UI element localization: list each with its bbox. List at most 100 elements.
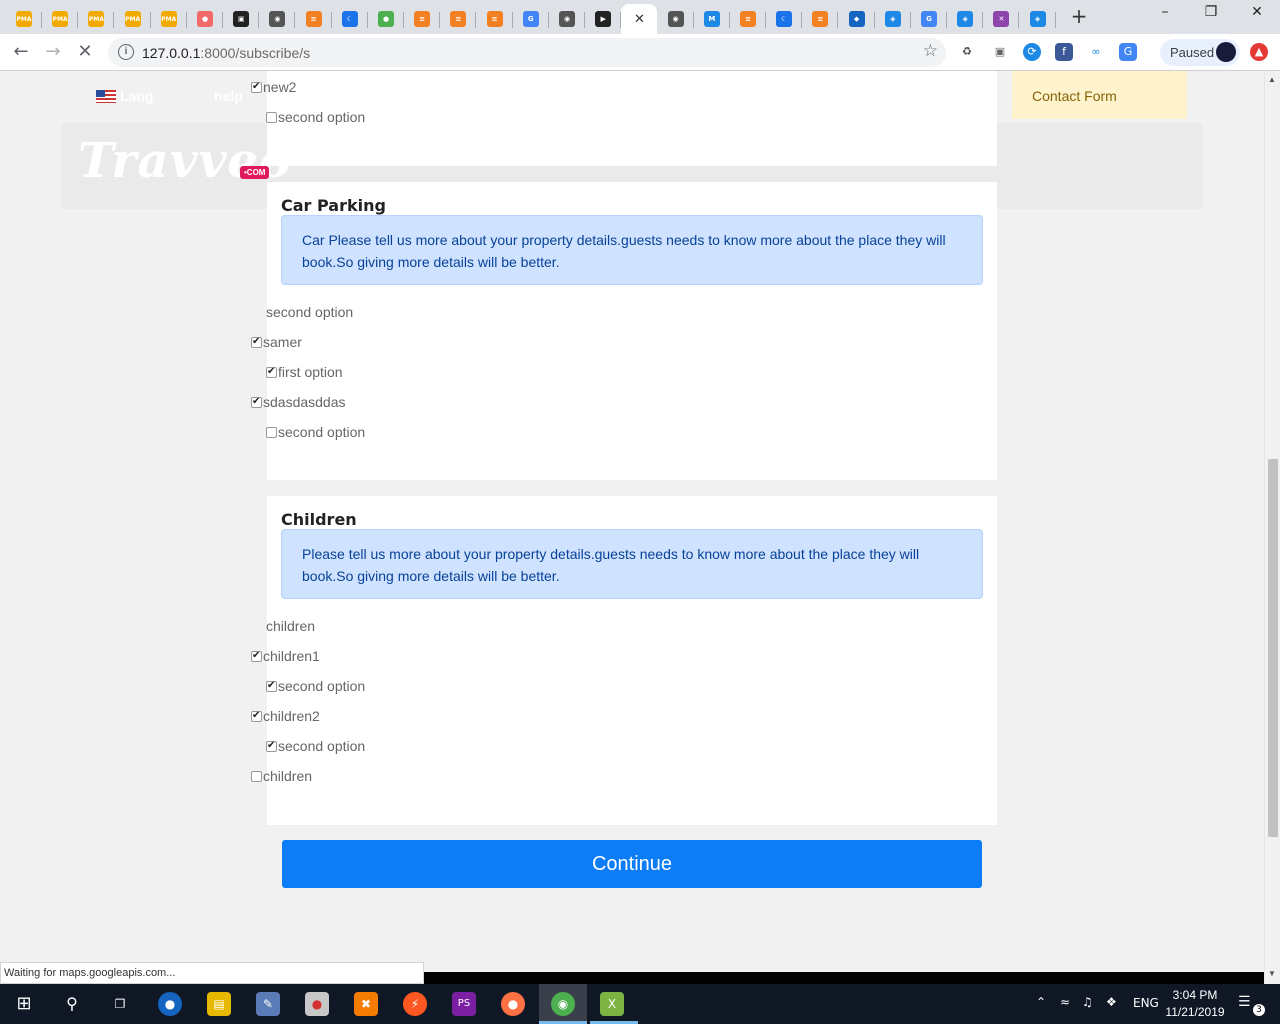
extension-alert-icon[interactable]: ▲ (1250, 43, 1268, 61)
lang-menu[interactable]: Lang (96, 88, 153, 104)
browser-tab[interactable]: ◈ (947, 4, 984, 34)
checkbox[interactable] (251, 81, 262, 93)
firefox-icon[interactable]: ● (501, 992, 525, 1016)
checkbox-option[interactable]: children (251, 768, 312, 784)
checkbox[interactable] (266, 740, 277, 752)
browser-tab[interactable]: ◆ (839, 4, 875, 34)
infinity-icon[interactable]: ∞ (1087, 43, 1105, 61)
checkbox-option[interactable]: second option (266, 678, 365, 694)
continue-button[interactable]: Continue (282, 840, 982, 888)
app-icon[interactable]: ● (305, 992, 329, 1016)
volume-icon[interactable]: ♫ (1082, 995, 1093, 1009)
checkbox[interactable] (266, 426, 277, 438)
google-icon: G (522, 11, 539, 27)
browser-tab[interactable]: ● (368, 4, 404, 34)
recycle-icon[interactable]: ♻ (958, 43, 976, 61)
browser-tab[interactable]: ≡ (730, 4, 766, 34)
stop-loading-icon[interactable]: ✕ (73, 41, 97, 65)
site-info-icon[interactable]: i (118, 44, 134, 60)
xampp-icon[interactable]: ✖ (354, 992, 378, 1016)
translate-icon[interactable]: G (1119, 43, 1137, 61)
checkbox-option[interactable]: second option (266, 738, 365, 754)
browser-tab[interactable]: ◉ (259, 4, 296, 34)
checkbox[interactable] (251, 650, 262, 662)
page-scrollbar[interactable]: ▲ ▼ (1264, 71, 1280, 983)
maps-app-icon[interactable]: ● (158, 992, 182, 1016)
excel-like-icon[interactable]: Χ (600, 992, 624, 1016)
language-indicator[interactable]: ENG (1133, 996, 1159, 1010)
checkbox[interactable] (251, 396, 262, 408)
scroll-down-icon[interactable]: ▼ (1268, 969, 1276, 978)
browser-tab[interactable]: ▣ (223, 4, 260, 34)
camera-icon[interactable]: ▣ (991, 43, 1009, 61)
browser-tab[interactable]: ☾ (766, 4, 803, 34)
task-view-icon[interactable]: ❐ (108, 992, 132, 1016)
checkbox-option[interactable]: children2 (251, 708, 320, 724)
browser-tab[interactable]: ≡ (440, 4, 477, 34)
checkbox-option[interactable]: new2 (251, 79, 296, 95)
checkbox-option[interactable]: second option (266, 109, 365, 125)
checkbox[interactable] (251, 710, 262, 722)
browser-tab[interactable]: ◈ (875, 4, 911, 34)
checkbox[interactable] (266, 680, 277, 692)
browser-tab[interactable]: ◈ (1020, 4, 1056, 34)
dropbox-icon[interactable]: ❖ (1106, 995, 1117, 1009)
restore-button[interactable]: ❐ (1196, 4, 1226, 26)
browser-tab[interactable]: ✕ (621, 4, 658, 34)
browser-tab[interactable]: ◉ (549, 4, 585, 34)
sync-icon[interactable]: ⟳ (1023, 43, 1041, 61)
checkbox[interactable] (251, 770, 262, 782)
site-logo[interactable]: Travveo (78, 133, 292, 189)
browser-tab[interactable]: G (911, 4, 947, 34)
browser-tab[interactable]: ≡ (404, 4, 441, 34)
paint-icon[interactable]: ✎ (256, 992, 280, 1016)
forward-icon[interactable]: → (41, 41, 65, 65)
search-icon[interactable]: ⚲ (60, 992, 84, 1016)
tray-expand-icon[interactable]: ⌃ (1036, 995, 1046, 1009)
close-window-button[interactable]: ✕ (1242, 4, 1272, 26)
browser-tab[interactable]: PMA (6, 4, 42, 34)
browser-tab[interactable]: PMA (151, 4, 187, 34)
checkbox[interactable] (266, 111, 277, 123)
checkbox-option[interactable]: samer (251, 334, 302, 350)
checkbox[interactable] (251, 336, 262, 348)
clock[interactable]: 3:04 PM 11/21/2019 (1160, 987, 1230, 1021)
browser-tab[interactable]: ≡ (296, 4, 332, 34)
chrome-icon[interactable]: ◉ (551, 992, 575, 1016)
browser-tab[interactable]: ▶ (585, 4, 622, 34)
browser-tab[interactable]: ◉ (658, 4, 694, 34)
scroll-up-icon[interactable]: ▲ (1268, 75, 1276, 84)
browser-tab[interactable]: M (694, 4, 730, 34)
checkbox-option[interactable]: second option (266, 424, 365, 440)
close-tab-icon[interactable]: ✕ (631, 11, 647, 27)
wifi-icon[interactable]: ≈ (1060, 995, 1070, 1009)
browser-tab[interactable]: ≡ (477, 4, 513, 34)
windows-start-icon[interactable]: ⊞ (12, 992, 36, 1016)
browser-tab[interactable]: ≡ (802, 4, 839, 34)
facebook-icon[interactable]: f (1055, 43, 1073, 61)
back-icon[interactable]: ← (9, 41, 33, 65)
browser-tab[interactable]: G (513, 4, 549, 34)
checkbox-option[interactable]: children1 (251, 648, 320, 664)
browser-tab[interactable]: ● (187, 4, 223, 34)
new-tab-button[interactable]: + (1068, 6, 1090, 28)
phpstorm-icon[interactable]: PS (452, 992, 476, 1016)
bookmark-star-icon[interactable]: ☆ (923, 41, 938, 61)
minimize-button[interactable]: – (1150, 4, 1180, 26)
browser-tab[interactable]: PMA (78, 4, 115, 34)
scrollbar-thumb[interactable] (1268, 459, 1278, 837)
sublime-icon[interactable]: ⚡ (403, 992, 427, 1016)
checkbox-option[interactable]: first option (266, 364, 343, 380)
help-link[interactable]: help (214, 88, 243, 104)
notifications-icon[interactable]: ☰ (1238, 994, 1251, 1010)
contact-form-link[interactable]: Contact Form (1012, 71, 1187, 119)
profile-paused-button[interactable]: Paused (1160, 39, 1240, 66)
file-explorer-icon[interactable]: ▤ (207, 992, 231, 1016)
checkbox[interactable] (266, 366, 277, 378)
browser-tab[interactable]: PMA (42, 4, 79, 34)
browser-tab[interactable]: PMA (115, 4, 151, 34)
browser-tab[interactable]: ✕ (983, 4, 1020, 34)
checkbox-option[interactable]: sdasdasddas (251, 394, 346, 410)
browser-tab[interactable]: ☾ (332, 4, 368, 34)
address-bar[interactable]: i 127.0.0.1:8000/subscribe/s ☆ (108, 38, 946, 67)
